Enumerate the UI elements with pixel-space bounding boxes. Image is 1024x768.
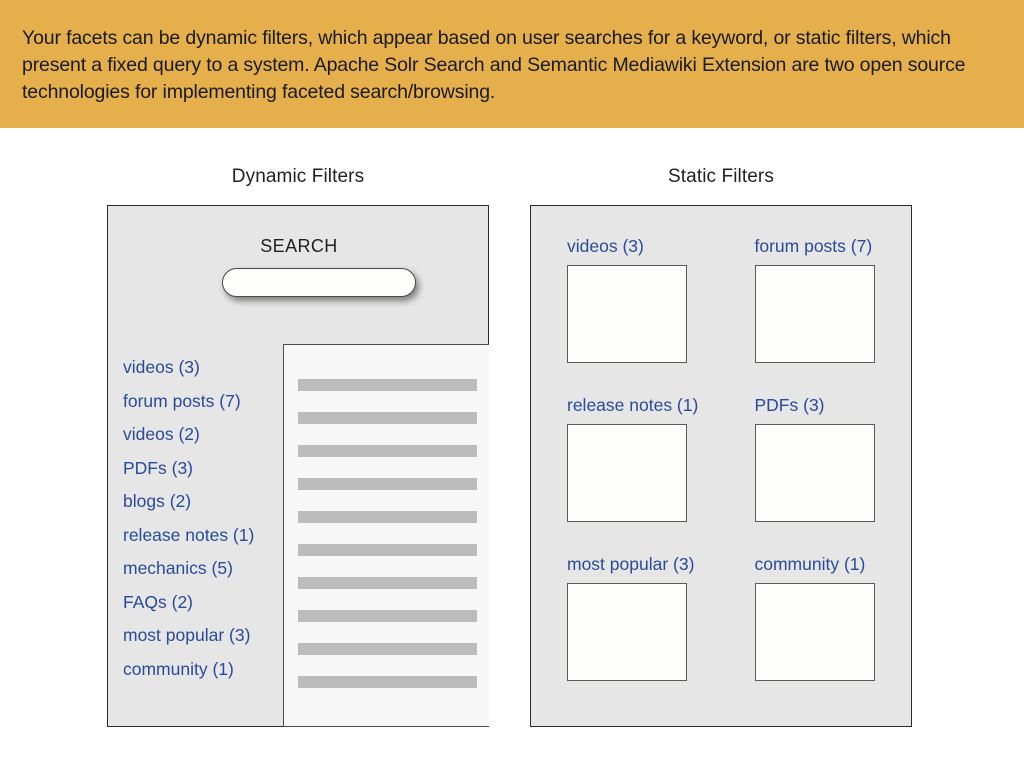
search-input-wrapper xyxy=(222,268,416,297)
result-placeholder-bar xyxy=(298,445,477,457)
dynamic-filters-title: Dynamic Filters xyxy=(231,166,365,187)
dynamic-filter-list: videos (3) forum posts (7) videos (2) PDFs … xyxy=(123,351,283,686)
static-filter-cell: release notes (1) xyxy=(567,395,698,522)
static-filter-box[interactable] xyxy=(754,265,875,363)
result-placeholder-bar xyxy=(298,544,477,556)
result-placeholder-bar xyxy=(298,676,477,688)
static-filter-label[interactable]: community (1) xyxy=(755,554,877,575)
result-placeholder-bar xyxy=(298,610,477,622)
static-filter-label[interactable]: most popular (3) xyxy=(567,554,694,575)
result-placeholder-bar xyxy=(298,643,477,655)
result-placeholder-bar xyxy=(298,511,477,523)
static-filter-cell: videos (3) xyxy=(567,236,689,363)
static-filter-box[interactable] xyxy=(567,424,687,522)
dynamic-filter-item[interactable]: community (1) xyxy=(123,653,283,687)
static-filter-cell: forum posts (7) xyxy=(754,236,877,363)
dynamic-filter-item[interactable]: most popular (3) xyxy=(123,619,283,653)
result-placeholder-bar xyxy=(298,379,477,391)
static-filter-label[interactable]: release notes (1) xyxy=(567,395,698,416)
dynamic-filter-item[interactable]: FAQs (2) xyxy=(123,586,283,620)
static-filter-box[interactable] xyxy=(754,583,875,681)
static-filter-cell: most popular (3) xyxy=(567,554,694,681)
dynamic-filter-item[interactable]: mechanics (5) xyxy=(123,552,283,586)
dynamic-filter-item[interactable]: blogs (2) xyxy=(123,485,283,519)
header-description-text: Your facets can be dynamic filters, whic… xyxy=(22,27,966,103)
results-placeholder-bars xyxy=(298,379,477,709)
search-results-pane xyxy=(283,344,489,727)
dynamic-filter-item[interactable]: release notes (1) xyxy=(123,519,283,553)
static-filter-box[interactable] xyxy=(567,583,687,681)
static-filter-label[interactable]: videos (3) xyxy=(567,236,689,257)
dynamic-filters-panel: SEARCH videos (3) forum posts (7) videos (… xyxy=(107,205,489,727)
header-banner: Your facets can be dynamic filters, whic… xyxy=(0,0,1024,128)
result-placeholder-bar xyxy=(298,478,477,490)
dynamic-filter-item[interactable]: forum posts (7) xyxy=(123,385,283,419)
static-filter-cell: community (1) xyxy=(754,554,877,681)
static-filter-label[interactable]: forum posts (7) xyxy=(755,236,877,257)
search-label: SEARCH xyxy=(260,236,338,256)
static-filters-grid: videos (3) forum posts (7) release notes (… xyxy=(567,236,877,681)
static-filter-cell: PDFs (3) xyxy=(754,395,877,522)
dynamic-filter-item[interactable]: videos (2) xyxy=(123,418,283,452)
dynamic-filter-item[interactable]: PDFs (3) xyxy=(123,452,283,486)
dynamic-filter-item[interactable]: videos (3) xyxy=(123,351,283,385)
static-filters-panel: videos (3) forum posts (7) release notes (… xyxy=(530,205,912,727)
result-placeholder-bar xyxy=(298,577,477,589)
static-filter-label[interactable]: PDFs (3) xyxy=(755,395,877,416)
search-input[interactable] xyxy=(222,268,416,297)
static-filter-box[interactable] xyxy=(754,424,875,522)
static-filter-box[interactable] xyxy=(567,265,687,363)
result-placeholder-bar xyxy=(298,412,477,424)
static-filters-title: Static Filters xyxy=(668,166,774,187)
